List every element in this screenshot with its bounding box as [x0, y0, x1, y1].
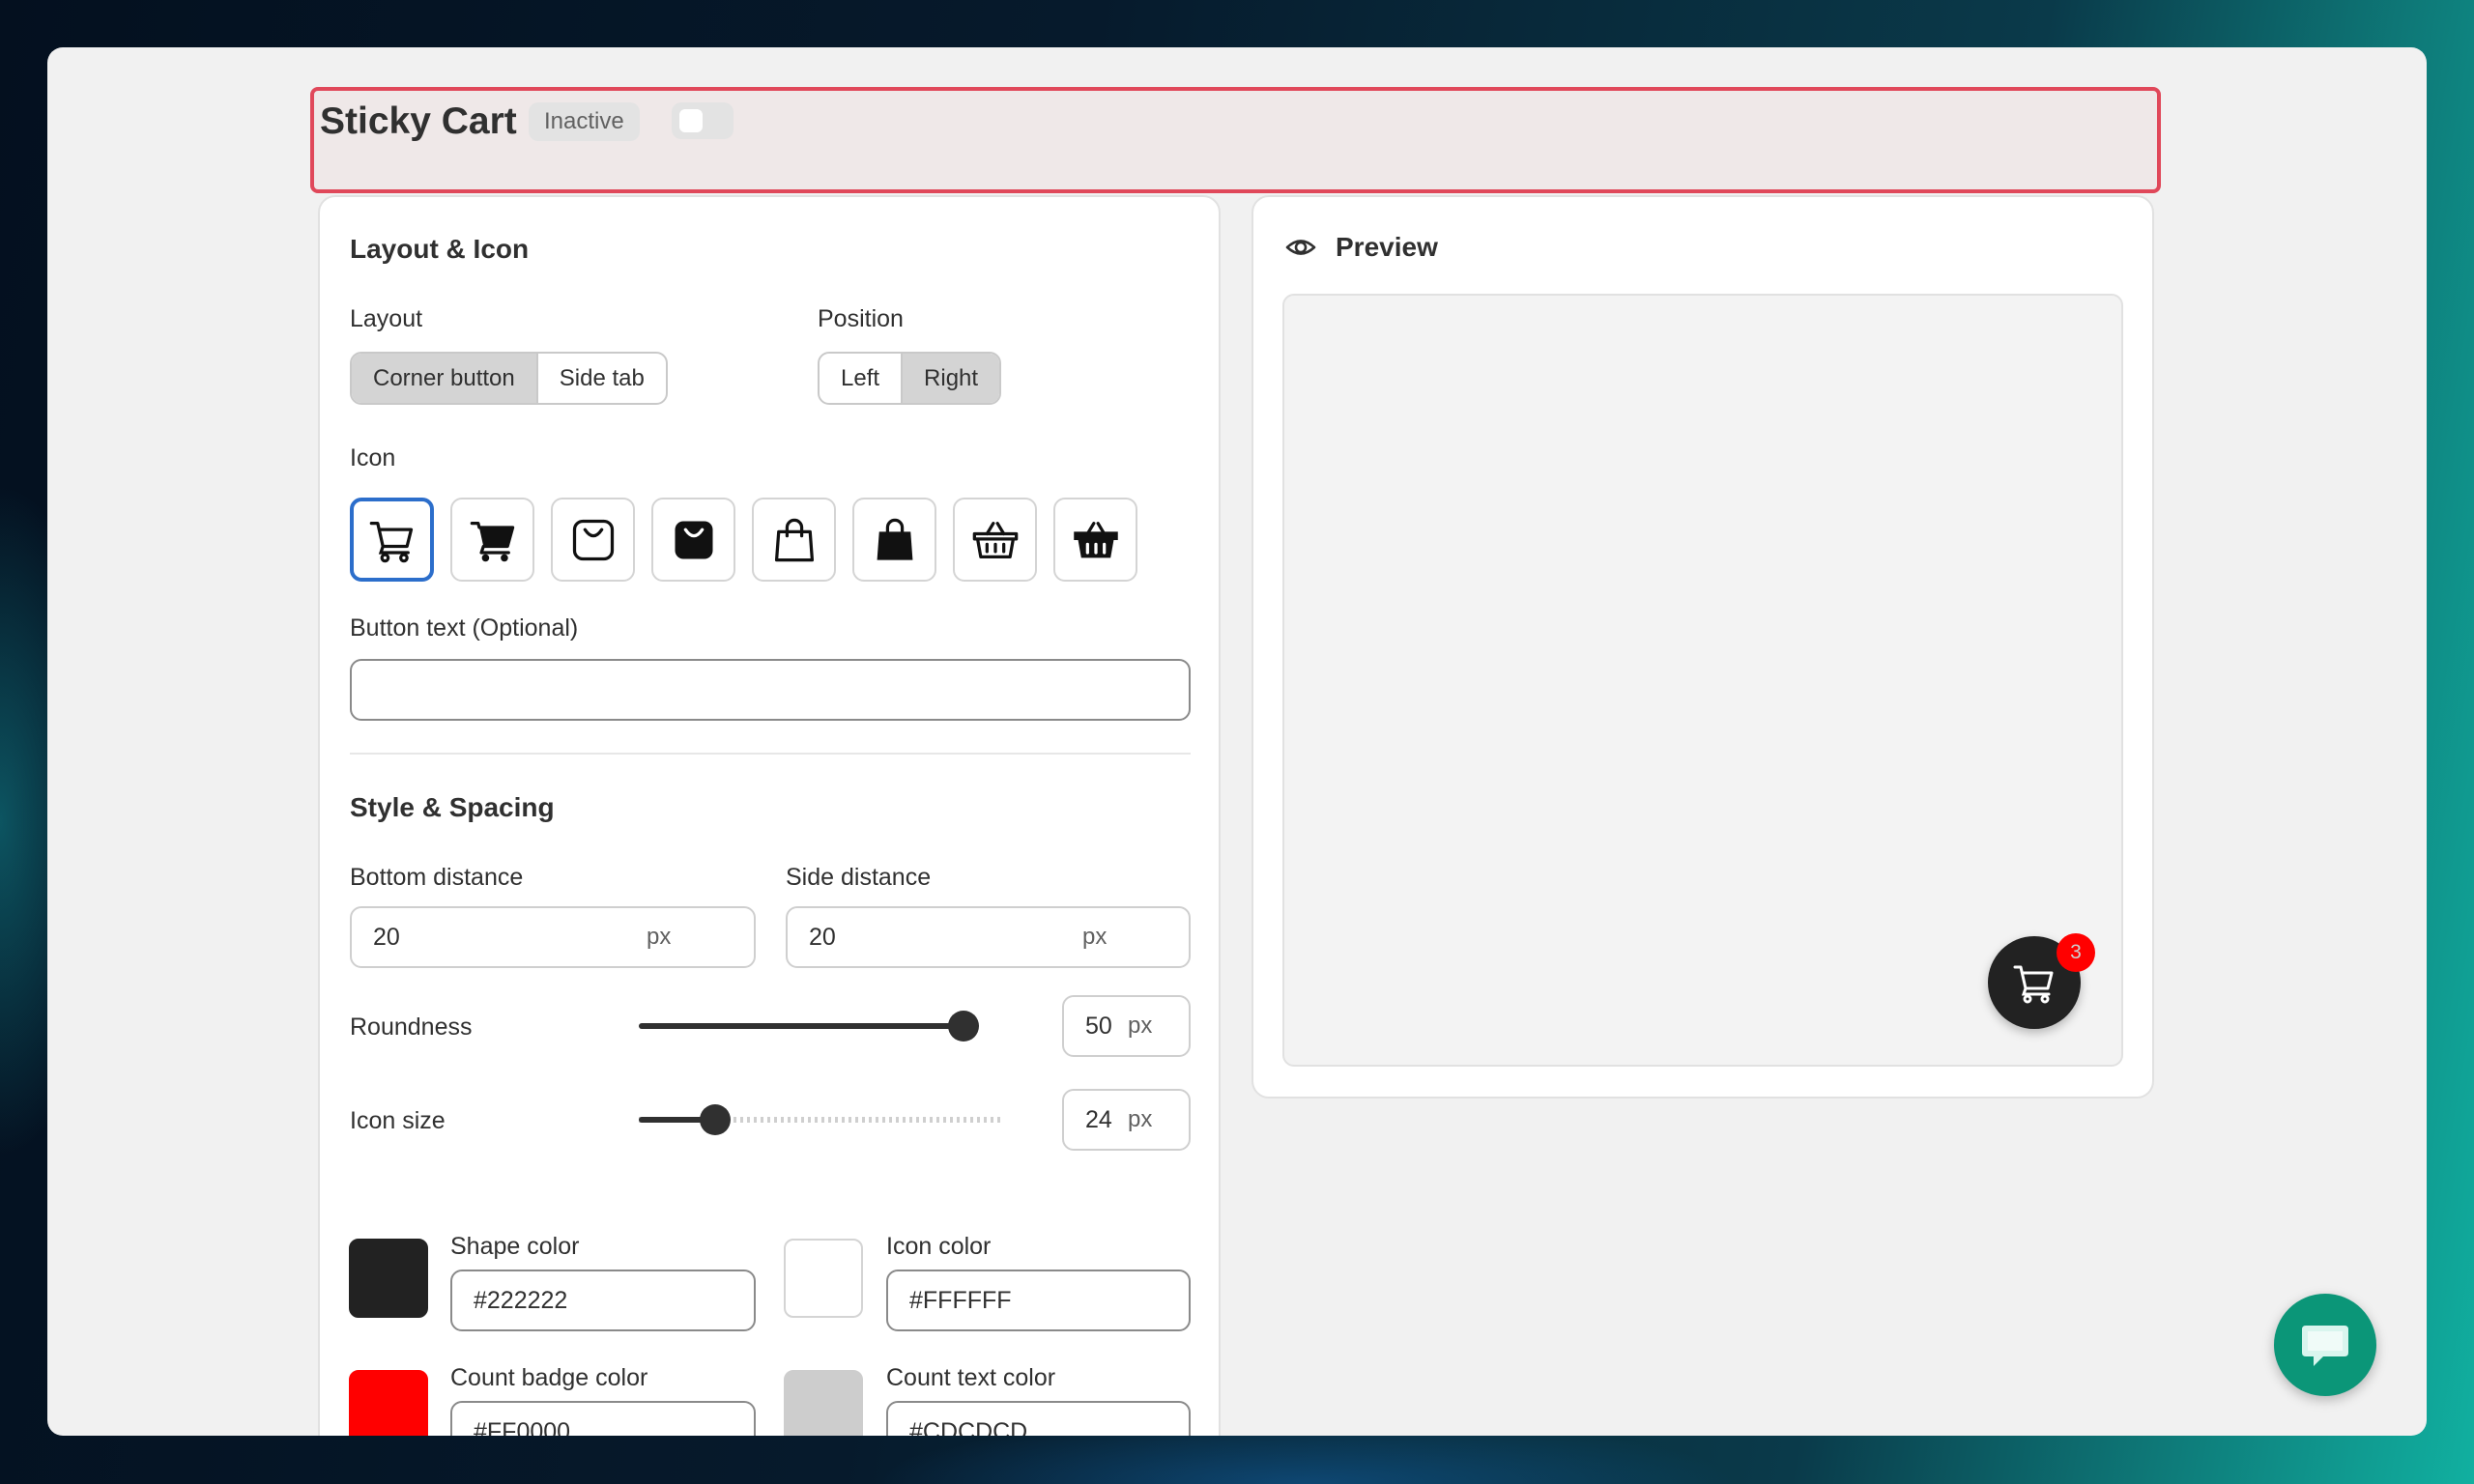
shopping-bag-filled-icon — [877, 518, 912, 560]
settings-card: Layout & Icon Layout Corner button Side … — [318, 195, 1221, 1436]
bag-filled-icon — [675, 521, 712, 558]
badge-color-input[interactable]: #FF0000 — [450, 1401, 756, 1436]
section-divider — [350, 753, 1191, 755]
basket-filled-icon — [1073, 521, 1118, 557]
icon-option-bag-filled[interactable] — [651, 498, 735, 582]
icon-option-basket-outline[interactable] — [953, 498, 1037, 582]
cart-filled-icon — [470, 521, 514, 561]
bottom-distance-value: 20 — [373, 923, 400, 951]
basket-outline-icon — [972, 521, 1018, 558]
icon-option-bag-outline[interactable] — [551, 498, 635, 582]
icon-option-shopping-bag-filled[interactable] — [852, 498, 936, 582]
bottom-distance-unit: px — [647, 924, 672, 950]
cart-count-badge: 3 — [2057, 933, 2095, 972]
status-badge: Inactive — [529, 102, 640, 141]
position-selector: Left Right — [818, 352, 1002, 405]
enable-toggle[interactable] — [672, 102, 734, 139]
roundness-label: Roundness — [350, 1013, 473, 1041]
icon-color-swatch[interactable] — [784, 1239, 863, 1318]
cart-outline-icon — [369, 521, 413, 562]
preview-card: Preview 3 — [1251, 195, 2154, 1099]
cart-outline-icon — [2013, 965, 2054, 1004]
button-text-label: Button text (Optional) — [350, 614, 579, 642]
shape-color-input[interactable]: #222222 — [450, 1270, 756, 1331]
icon-option-cart-outline[interactable] — [350, 498, 434, 582]
roundness-slider-fill — [639, 1023, 964, 1029]
shape-color-swatch[interactable] — [349, 1239, 428, 1318]
side-distance-input[interactable]: 20 px — [786, 906, 1191, 968]
section-title-style-spacing: Style & Spacing — [350, 792, 555, 822]
layout-selector: Corner button Side tab — [350, 352, 668, 405]
chat-button[interactable] — [2274, 1294, 2376, 1396]
icon-size-input[interactable]: 24 px — [1062, 1089, 1191, 1151]
icon-option-shopping-bag-outline[interactable] — [752, 498, 836, 582]
icon-label: Icon — [350, 444, 396, 471]
eye-icon — [1285, 240, 1316, 255]
side-distance-value: 20 — [809, 923, 836, 951]
button-text-input[interactable] — [350, 659, 1191, 721]
shopping-bag-outline-icon — [774, 518, 814, 561]
roundness-unit: px — [1128, 1013, 1153, 1039]
icon-size-unit: px — [1128, 1106, 1153, 1132]
page-header: Sticky Cart Inactive — [310, 87, 2161, 193]
side-distance-label: Side distance — [786, 864, 932, 891]
bottom-distance-input[interactable]: 20 px — [350, 906, 756, 968]
chat-bubble-icon — [2302, 1326, 2348, 1366]
icon-color-input[interactable]: #FFFFFF — [886, 1270, 1191, 1331]
position-option-left[interactable]: Left — [820, 354, 904, 403]
count-text-color-swatch[interactable] — [784, 1370, 863, 1436]
badge-color-swatch[interactable] — [349, 1370, 428, 1436]
count-text-color-input[interactable]: #CDCDCD — [886, 1401, 1191, 1436]
icon-size-label: Icon size — [350, 1107, 446, 1134]
layout-label: Layout — [350, 305, 423, 332]
preview-title: Preview — [1336, 232, 1438, 262]
preview-area: 3 — [1282, 294, 2123, 1067]
page-title: Sticky Cart — [320, 100, 517, 142]
count-text-color-label: Count text color — [886, 1364, 1056, 1391]
toggle-knob — [679, 109, 703, 132]
layout-option-corner-button[interactable]: Corner button — [352, 354, 538, 403]
app-window: Sticky Cart Inactive Layout & Icon Layou… — [47, 47, 2427, 1436]
icon-option-cart-filled[interactable] — [450, 498, 534, 582]
position-label: Position — [818, 305, 904, 332]
roundness-slider-thumb[interactable] — [948, 1011, 979, 1042]
bag-outline-icon — [572, 519, 614, 560]
layout-option-side-tab[interactable]: Side tab — [538, 354, 666, 403]
icon-size-value: 24 — [1085, 1105, 1112, 1133]
roundness-input[interactable]: 50 px — [1062, 995, 1191, 1057]
icon-option-basket-filled[interactable] — [1053, 498, 1137, 582]
section-title-layout-icon: Layout & Icon — [350, 234, 530, 264]
side-distance-unit: px — [1082, 924, 1108, 950]
icon-size-slider-thumb[interactable] — [699, 1104, 731, 1135]
icon-color-label: Icon color — [886, 1233, 992, 1260]
bottom-distance-label: Bottom distance — [350, 864, 524, 891]
roundness-value: 50 — [1085, 1012, 1112, 1040]
shape-color-label: Shape color — [450, 1233, 580, 1260]
badge-color-label: Count badge color — [450, 1364, 648, 1391]
position-option-right[interactable]: Right — [903, 354, 1000, 403]
